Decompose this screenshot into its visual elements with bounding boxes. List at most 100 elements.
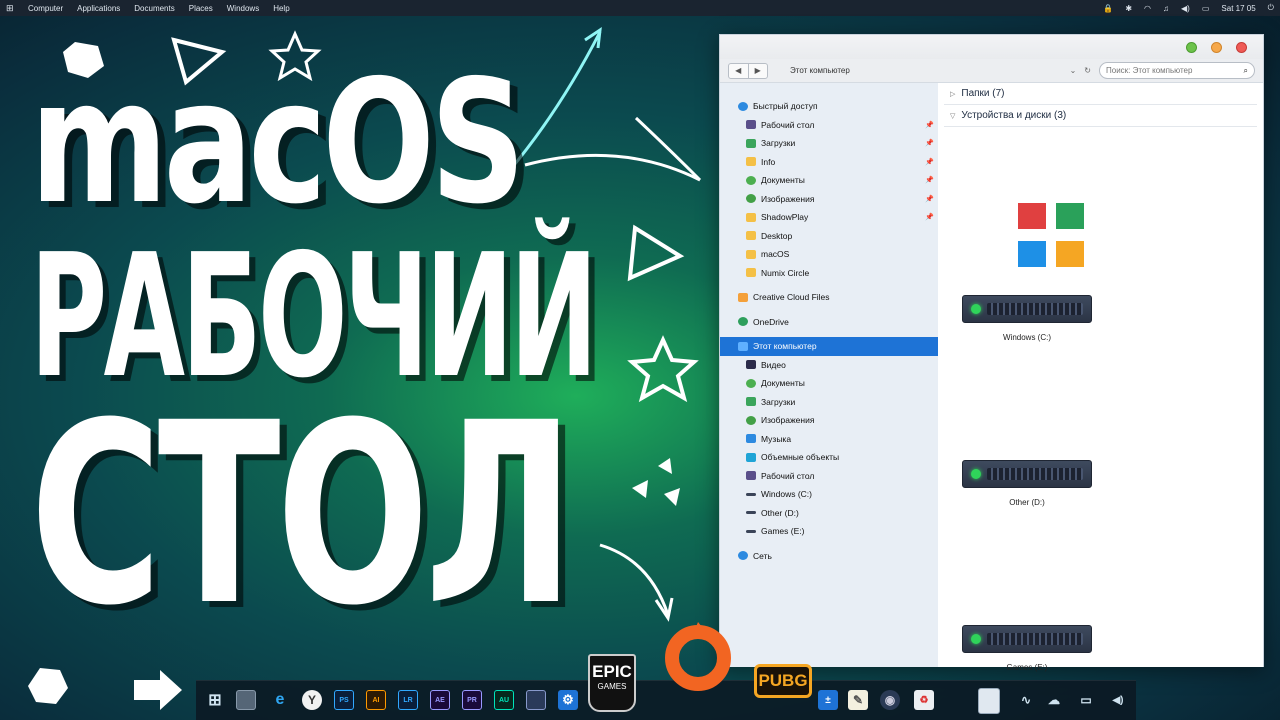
monitor-icon[interactable]: ▭ — [1076, 690, 1096, 710]
computer-icon — [738, 341, 748, 351]
sidebar-item-desktop[interactable]: Рабочий стол 📌 — [720, 116, 938, 135]
volume-icon[interactable]: ◀) — [1181, 4, 1190, 13]
title-bar[interactable] — [720, 35, 1263, 59]
address-bar: ◀ ▶ Этот компьютер ⌄ ↻ ⌕ — [720, 59, 1263, 83]
audition-icon[interactable]: AU — [494, 690, 514, 710]
lightroom-icon[interactable]: LR — [398, 690, 418, 710]
arrow-icon — [524, 153, 701, 182]
sidebar-item-video[interactable]: Видео — [720, 356, 938, 375]
notes-icon[interactable]: ✎ — [848, 690, 868, 710]
bluetooth-icon[interactable]: ✱ — [1125, 4, 1132, 13]
sidebar-item-desktop-folder[interactable]: Desktop — [720, 227, 938, 246]
chevron-down-icon[interactable]: ⌄ — [1070, 66, 1077, 75]
sidebar-item-this-pc[interactable]: Этот компьютер — [720, 337, 938, 356]
arrow-icon — [508, 31, 602, 171]
wave-icon[interactable]: ∿ — [1016, 690, 1036, 710]
chevron-down-icon[interactable]: ▽ — [950, 112, 955, 120]
pin-icon[interactable]: 📌 — [925, 139, 934, 147]
sidebar-item-numix-circle[interactable]: Numix Circle — [720, 264, 938, 283]
epic-label: EPIC — [592, 662, 632, 681]
sidebar-item-pc-downloads[interactable]: Загрузки — [720, 393, 938, 412]
sidebar-item-quick-access[interactable]: Быстрый доступ — [720, 97, 938, 116]
images-icon — [746, 415, 756, 425]
battery-icon[interactable]: ▭ — [1202, 4, 1210, 13]
search-box: ⌕ — [1099, 62, 1255, 79]
status-area: 🔒 ✱ ◠ ♫ ◀) ▭ Sat 17 05 ⏻ — [1103, 3, 1274, 13]
lock-icon[interactable]: 🔒 — [1103, 4, 1113, 13]
search-icon[interactable]: ⌕ — [1244, 66, 1248, 76]
pubg-icon[interactable]: PUBG — [754, 664, 812, 698]
desktop-icon — [746, 471, 756, 481]
pin-icon[interactable]: 📌 — [925, 213, 934, 221]
sidebar-item-creative-cloud[interactable]: Creative Cloud Files — [720, 288, 938, 307]
after-effects-icon[interactable]: AE — [430, 690, 450, 710]
yandex-browser-icon[interactable]: Y — [302, 690, 322, 710]
sidebar-item-drive-e[interactable]: Games (E:) — [720, 522, 938, 541]
forward-icon[interactable]: ▶ — [749, 64, 768, 78]
chevron-right-icon[interactable]: ▷ — [950, 90, 955, 98]
star-outline-icon — [627, 335, 699, 403]
sidebar-item-images[interactable]: Изображения 📌 — [720, 190, 938, 209]
sidebar-item-pc-desktop[interactable]: Рабочий стол — [720, 467, 938, 486]
headline-macos: macOS — [30, 44, 526, 242]
pin-icon[interactable]: 📌 — [925, 158, 934, 166]
premiere-icon[interactable]: PR — [462, 690, 482, 710]
drive-e[interactable]: Games (E:) — [962, 625, 1092, 672]
folder-icon — [746, 249, 756, 259]
sidebar-item-network[interactable]: Сеть — [720, 547, 938, 566]
app-icon[interactable] — [526, 690, 546, 710]
sidebar-item-onedrive[interactable]: OneDrive — [720, 313, 938, 332]
sidebar-item-drive-c[interactable]: Windows (C:) — [720, 485, 938, 504]
breadcrumb[interactable]: Этот компьютер — [790, 66, 850, 75]
sidebar-item-3d-objects[interactable]: Объемные объекты — [720, 448, 938, 467]
group-devices[interactable]: ▽ Устройства и диски (3) — [944, 105, 1257, 127]
pin-icon[interactable]: 📌 — [925, 176, 934, 184]
drive-c[interactable]: Windows (C:) — [962, 295, 1092, 342]
pin-icon[interactable]: 📌 — [925, 121, 934, 129]
search-input[interactable] — [1106, 66, 1244, 75]
settings-icon[interactable]: ⚙ — [558, 690, 578, 710]
sidebar-item-pc-documents[interactable]: Документы — [720, 374, 938, 393]
group-folders[interactable]: ▷ Папки (7) — [944, 83, 1257, 105]
sidebar-item-downloads[interactable]: Загрузки 📌 — [720, 134, 938, 153]
cloud-icon[interactable]: ☁ — [1044, 690, 1064, 710]
calculator-icon[interactable]: ± — [818, 690, 838, 710]
drive-d[interactable]: Other (D:) — [962, 460, 1092, 507]
drive-label: Windows (C:) — [1002, 333, 1051, 342]
folder-icon — [746, 157, 756, 167]
desktop-app-icon[interactable] — [236, 690, 256, 710]
video-icon — [746, 360, 756, 370]
photoshop-icon[interactable]: PS — [334, 690, 354, 710]
pin-icon[interactable]: 📌 — [925, 195, 934, 203]
close-button[interactable] — [1236, 41, 1247, 53]
download-icon — [746, 397, 756, 407]
sidebar-item-info[interactable]: Info 📌 — [720, 153, 938, 172]
sidebar-item-pc-images[interactable]: Изображения — [720, 411, 938, 430]
volume-icon[interactable]: ◀) — [1108, 690, 1128, 710]
minimize-button[interactable] — [1211, 41, 1222, 53]
triangle-icon — [632, 480, 648, 498]
wifi-icon[interactable]: ◠ — [1144, 4, 1151, 13]
trash-icon[interactable]: ♻ — [914, 690, 934, 710]
sidebar-item-music[interactable]: Музыка — [720, 430, 938, 449]
origin-icon[interactable] — [660, 616, 740, 696]
drive-label: Games (E:) — [1006, 663, 1048, 672]
launcher-icon[interactable]: ⊞ — [205, 690, 225, 710]
back-icon[interactable]: ◀ — [729, 63, 749, 78]
sidebar-item-macos[interactable]: macOS — [720, 245, 938, 264]
drive-icon — [746, 511, 756, 515]
maximize-button[interactable] — [1186, 41, 1197, 53]
sidebar-item-shadowplay[interactable]: ShadowPlay 📌 — [720, 208, 938, 227]
sidebar-item-drive-d[interactable]: Other (D:) — [720, 504, 938, 523]
epic-games-icon[interactable]: EPIC GAMES — [588, 654, 636, 712]
music-icon[interactable]: ♫ — [1163, 4, 1169, 13]
network-icon — [738, 551, 748, 561]
illustrator-icon[interactable]: AI — [366, 690, 386, 710]
power-icon[interactable]: ⏻ — [1268, 3, 1274, 13]
folder-window-icon[interactable] — [978, 688, 1000, 714]
refresh-icon[interactable]: ↻ — [1084, 66, 1091, 75]
edge-browser-icon[interactable]: e — [270, 690, 290, 710]
sidebar-item-documents[interactable]: Документы 📌 — [720, 171, 938, 190]
disk-utility-icon[interactable]: ◉ — [880, 690, 900, 710]
clock[interactable]: Sat 17 05 — [1221, 4, 1255, 13]
